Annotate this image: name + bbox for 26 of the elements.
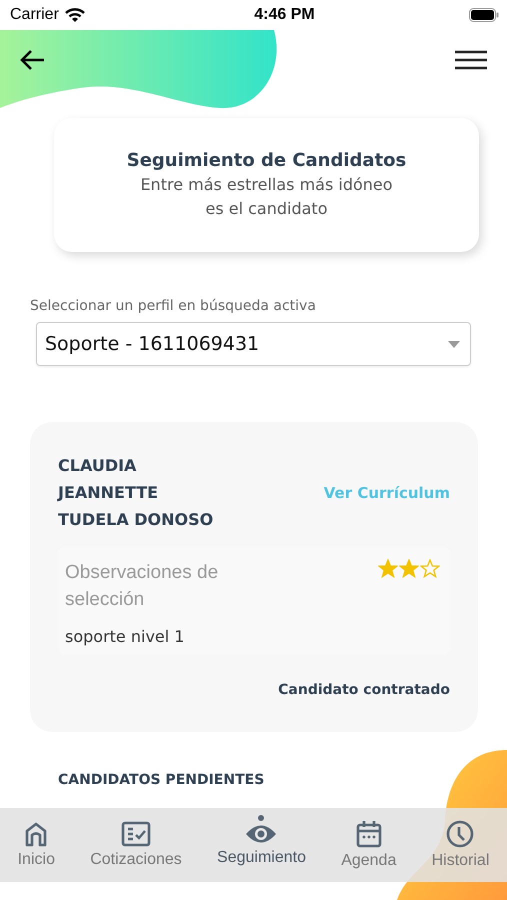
carrier-label: Carrier (10, 6, 59, 24)
battery-icon (469, 8, 499, 22)
page-subtitle: Entre más estrellas más idóneo es el candidato (139, 174, 394, 220)
view-resume-link[interactable]: Ver Currículum (324, 484, 450, 502)
tab-item[interactable]: Inicio (18, 815, 55, 875)
clock-time: 4:46 PM (254, 6, 315, 24)
observation-text: soporte nivel 1 (65, 627, 186, 646)
dropdown-caret-icon (448, 340, 460, 348)
tab-item[interactable]: Cotizaciones (90, 815, 182, 875)
filled-star-icon (399, 559, 419, 578)
calendar-icon (356, 820, 382, 848)
wifi-icon (64, 8, 85, 22)
profile-label: Seleccionar un perfil en búsqueda activa (30, 298, 317, 314)
observations-label: Observaciones de selección (65, 561, 220, 612)
page-title: Seguimiento de Candidatos (126, 150, 406, 170)
eye-icon (245, 823, 278, 845)
clock-icon (446, 820, 474, 848)
home-icon (23, 821, 50, 847)
candidate-name: CLAUDIA JEANNETTE TUDELA DONOSO (58, 455, 214, 531)
tab-item[interactable]: Agenda (341, 814, 396, 876)
candidate-status: Candidato contratado (278, 682, 450, 698)
profile-dropdown[interactable]: Soporte - 1611069431 (36, 322, 471, 366)
filled-star-icon (378, 559, 398, 578)
section-heading: CANDIDATOS PENDIENTES (58, 772, 266, 788)
checklist-icon (120, 821, 151, 847)
tab-item[interactable]: Seguimiento (217, 817, 306, 873)
